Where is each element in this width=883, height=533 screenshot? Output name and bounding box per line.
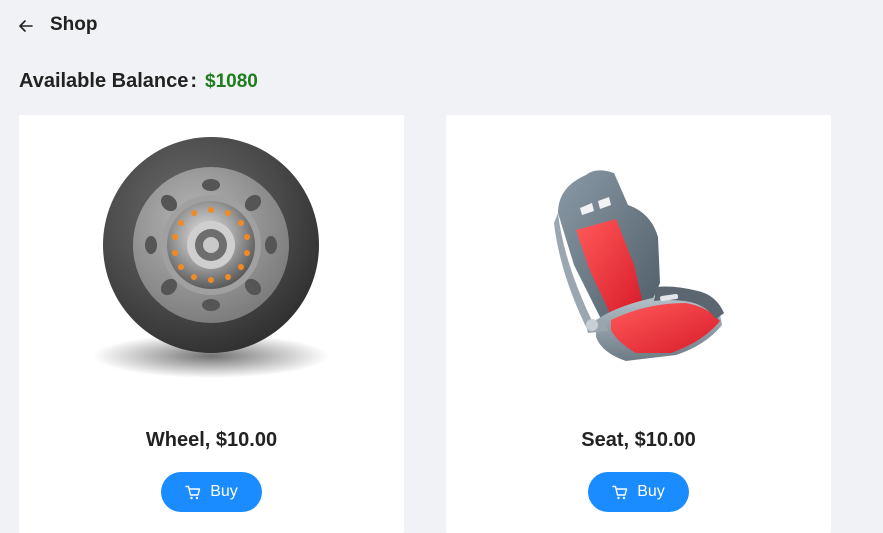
cart-icon <box>185 485 201 500</box>
buy-button-label: Buy <box>210 483 238 500</box>
wheel-icon <box>93 137 329 378</box>
product-name: Wheel, $10.00 <box>145 429 278 451</box>
product-image <box>19 115 404 405</box>
buy-button[interactable]: Buy <box>161 472 262 512</box>
product-card-wheel: Wheel, $10.00 Buy <box>19 115 404 533</box>
buy-button-label: Buy <box>637 483 665 500</box>
product-name: Seat, $10.00 <box>581 429 696 451</box>
buy-button[interactable]: Buy <box>588 472 689 512</box>
product-card-seat: Seat, $10.00 Buy <box>446 115 831 533</box>
balance-row: Available Balance : $1080 <box>19 70 258 93</box>
product-image <box>446 115 831 405</box>
cart-icon <box>612 485 628 500</box>
balance-colon: : <box>190 70 198 92</box>
seat-icon <box>554 170 724 361</box>
page-title: Shop <box>50 14 98 35</box>
balance-value: $1080 <box>205 71 258 92</box>
back-button[interactable] <box>16 16 36 36</box>
page-header: Shop <box>0 0 883 52</box>
arrow-left-icon <box>19 20 33 32</box>
balance-label: Available Balance <box>19 70 189 92</box>
